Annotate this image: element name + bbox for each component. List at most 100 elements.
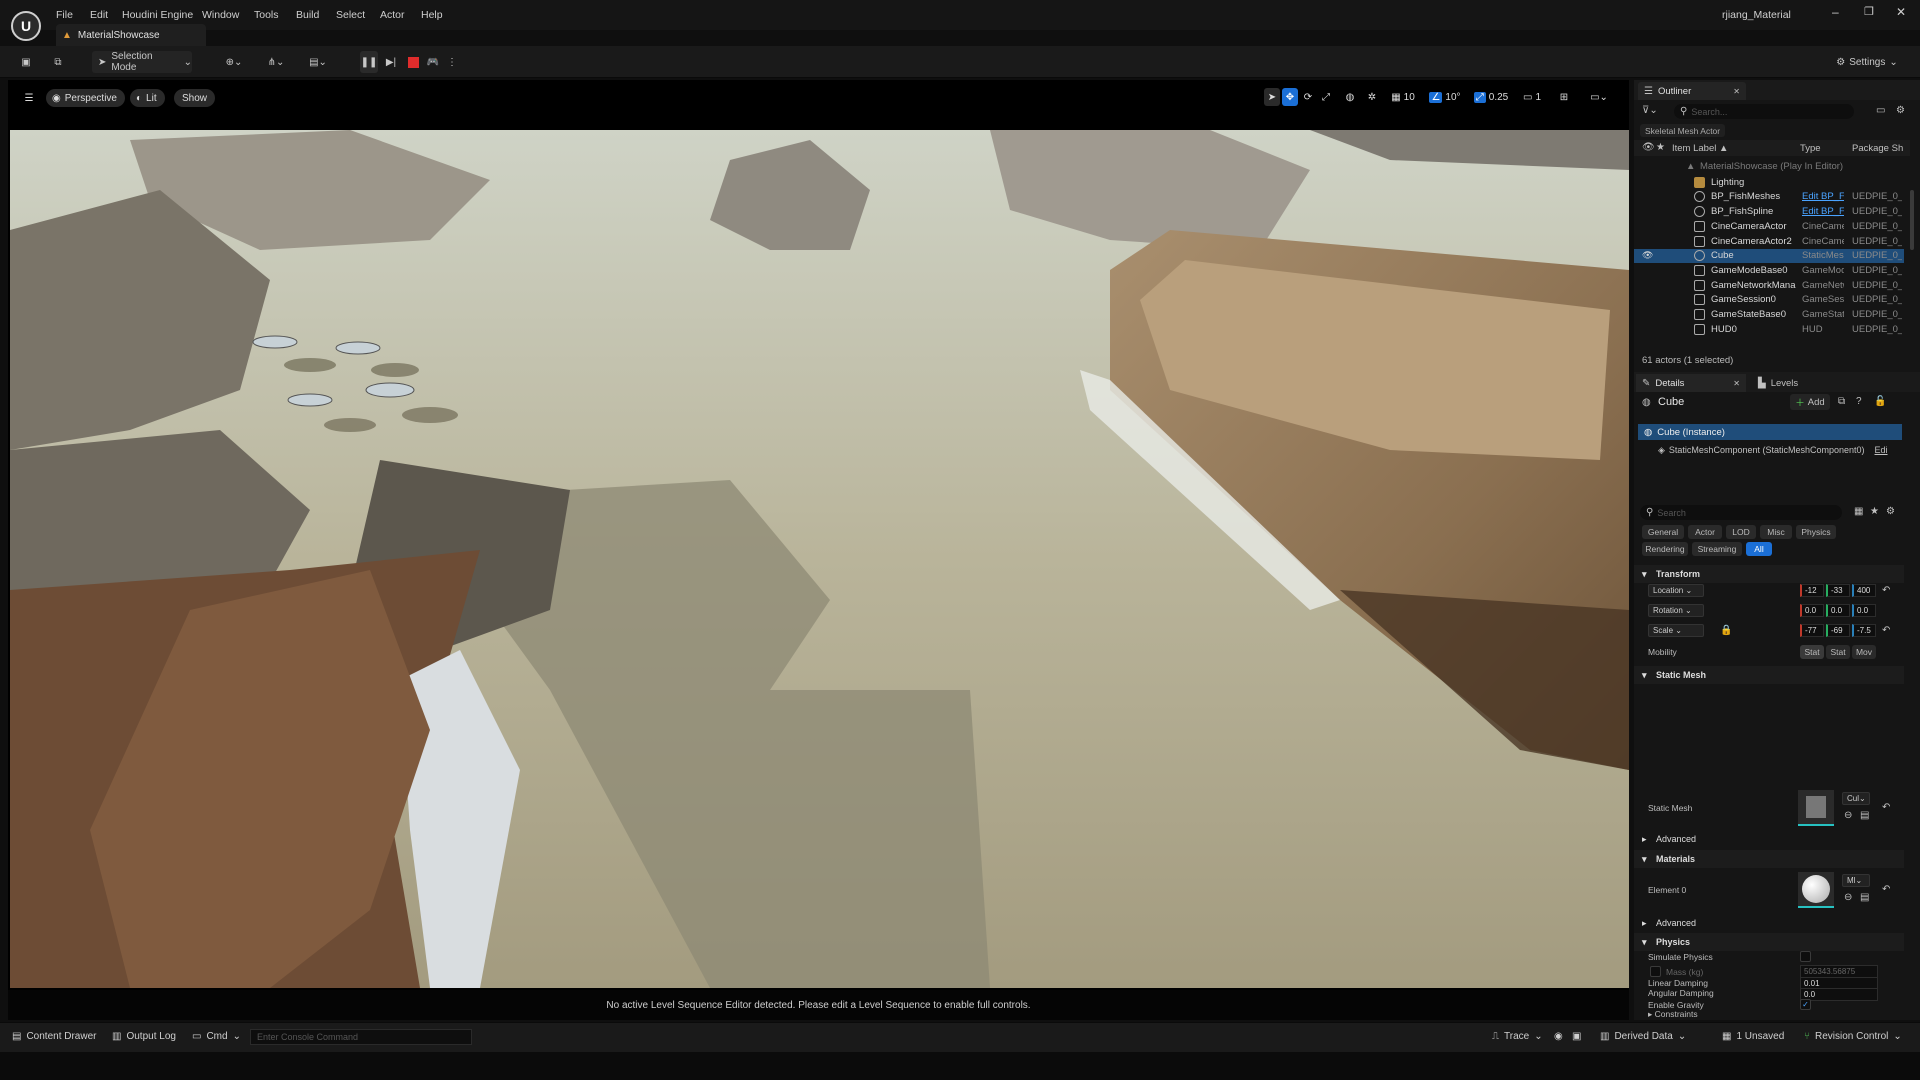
scale-snap-button[interactable]: ⤢ 0.25 [1470,88,1512,106]
content-drawer-button[interactable]: ▤ Content Drawer [12,1031,96,1042]
col-package[interactable]: Package Sh [1852,143,1903,154]
menu-file[interactable]: File [56,9,73,21]
location-dropdown[interactable]: Location ⌄ [1648,584,1704,597]
minimize-icon[interactable]: – [1832,5,1839,19]
menu-build[interactable]: Build [296,9,319,21]
outliner-row[interactable]: CineCameraActor CineCamer UEDPIE_0_ [1634,219,1904,234]
add-folder-icon[interactable]: ▭ [1876,105,1885,116]
cinematics-icon[interactable]: ▤⌄ [304,51,332,73]
col-type[interactable]: Type [1800,143,1821,154]
outliner-row[interactable]: GameModeBase0 GameMod UEDPIE_0_ [1634,263,1904,278]
outliner-search-input[interactable]: ⚲ Search... [1674,104,1854,119]
output-log-button[interactable]: ▥ Output Log [112,1031,176,1042]
blueprint-icon[interactable]: ⧉ [1838,396,1845,407]
blueprint-icon[interactable]: ⋔⌄ [262,51,290,73]
outliner-row[interactable]: GameNetworkMana GameNetw UEDPIE_0_ [1634,278,1904,293]
snapshot-icon[interactable]: ▣ [1572,1031,1581,1042]
console-input[interactable]: Enter Console Command [250,1029,472,1045]
scale-y-field[interactable]: -69 [1826,624,1850,637]
scale-x-field[interactable]: -77 [1800,624,1824,637]
menu-actor[interactable]: Actor [380,9,405,21]
help-icon[interactable]: ? [1856,396,1862,407]
col-item-label[interactable]: Item Label ▲ [1672,143,1728,154]
stop-icon[interactable] [404,51,422,73]
maximize-viewport-icon[interactable]: ⊞ [1556,88,1572,106]
location-y-field[interactable]: -33 [1826,584,1850,597]
table-view-icon[interactable]: ▦ [1854,506,1863,517]
section-physics[interactable]: ▾ Physics [1634,933,1904,951]
content-browser-icon[interactable]: ⧉ [48,51,68,73]
menu-houdini-engine[interactable]: Houdini Engine [122,9,193,21]
filter-tab-rendering[interactable]: Rendering [1642,542,1688,556]
add-component-button[interactable]: ＋ Add [1790,394,1830,410]
menu-help[interactable]: Help [421,9,443,21]
section-advanced-static[interactable]: ▸ Advanced [1634,830,1904,848]
mass-override-checkbox[interactable] [1650,966,1661,977]
section-materials[interactable]: ▾ Materials [1634,850,1904,868]
material-thumbnail[interactable] [1798,872,1834,908]
details-settings-icon[interactable]: ⚙ [1886,506,1895,517]
menu-edit[interactable]: Edit [90,9,108,21]
rotation-x-field[interactable]: 0.0 [1800,604,1824,617]
reset-arrow-icon[interactable]: ↶ [1882,884,1890,895]
derived-data-dropdown[interactable]: ▥ Derived Data ⌄ [1600,1031,1686,1042]
outliner-row[interactable]: BP_FishMeshes Edit BP_Fi UEDPIE_0_ [1634,190,1904,205]
document-tab[interactable]: ▲ MaterialShowcase [56,24,206,46]
component-instance-row[interactable]: ◍ Cube (Instance) [1638,424,1902,440]
browse-arrow-icon[interactable]: ⊖ [1844,892,1852,903]
browse-folder-icon[interactable]: ▤ [1860,892,1869,903]
rotation-dropdown[interactable]: Rotation ⌄ [1648,604,1704,617]
menu-select[interactable]: Select [336,9,365,21]
filter-tab-actor[interactable]: Actor [1688,525,1722,539]
save-icon[interactable]: ▣ [16,51,36,73]
angular-damping-field[interactable]: 0.0 [1800,988,1878,1001]
lock-icon[interactable]: 🔓 [1874,396,1886,407]
outliner-row[interactable]: Lighting [1634,175,1904,190]
scale-z-field[interactable]: -7.5 [1852,624,1876,637]
translate-tool-icon[interactable]: ✥ [1282,88,1298,106]
menu-window[interactable]: Window [202,9,239,21]
filter-tab-lod[interactable]: LOD [1726,525,1756,539]
material-dropdown[interactable]: Ml ⌄ [1842,874,1870,887]
close-icon[interactable]: ✕ [1733,87,1740,96]
filter-chip[interactable]: Skeletal Mesh Actor [1640,124,1726,137]
cmd-dropdown[interactable]: ▭ Cmd ⌄ [192,1031,241,1042]
rotation-y-field[interactable]: 0.0 [1826,604,1850,617]
pause-icon[interactable]: ❚❚ [360,51,378,73]
filter-tab-misc[interactable]: Misc [1760,525,1792,539]
tab-outliner[interactable]: ☰ Outliner ✕ [1638,82,1746,100]
outliner-settings-icon[interactable]: ⚙ [1896,105,1905,116]
maximize-icon[interactable]: ❐ [1864,5,1874,18]
mobility-movable[interactable]: Mov [1852,645,1876,659]
outliner-row[interactable]: GameSession0 GameSess UEDPIE_0_ [1634,293,1904,308]
constraints-label[interactable]: ▸ Constraints [1648,1009,1698,1020]
section-advanced-materials[interactable]: ▸ Advanced [1634,914,1904,932]
static-mesh-dropdown[interactable]: Cul ⌄ [1842,792,1870,805]
filter-tab-streaming[interactable]: Streaming [1692,542,1742,556]
tab-details[interactable]: ✎ Details ✕ [1636,374,1746,392]
location-x-field[interactable]: -12 [1800,584,1824,597]
filter-tab-physics[interactable]: Physics [1796,525,1836,539]
visibility-eye-icon[interactable]: 👁 [1642,250,1653,261]
outliner-row[interactable]: GameStateBase0 GameStat UEDPIE_0_ [1634,307,1904,322]
show-button[interactable]: Show [174,89,216,107]
reset-arrow-icon[interactable]: ↶ [1882,802,1890,813]
details-search-input[interactable]: ⚲ Search [1640,505,1842,520]
favorite-star-icon[interactable]: ★ [1870,506,1879,517]
rotate-tool-icon[interactable]: ⟳ [1300,88,1316,106]
filter-tab-general[interactable]: General [1642,525,1684,539]
static-mesh-thumbnail[interactable] [1798,790,1834,826]
browse-arrow-icon[interactable]: ⊖ [1844,810,1852,821]
step-icon[interactable]: ▶| [382,51,400,73]
hamburger-menu-icon[interactable]: ☰ [20,89,38,107]
unreal-logo-icon[interactable]: U [11,11,41,41]
eject-gamepad-icon[interactable]: 🎮 [424,51,442,73]
lit-button[interactable]: ◐ Lit [130,89,165,107]
selection-mode-dropdown[interactable]: ➤ Selection Mode ⌄ [92,51,192,73]
add-actor-icon[interactable]: ⊕⌄ [220,51,248,73]
outliner-scrollbar[interactable] [1910,190,1914,250]
outliner-row[interactable]: BP_FishSpline Edit BP_Fi UEDPIE_0_ [1634,204,1904,219]
component-row[interactable]: ◈ StaticMeshComponent (StaticMeshCompone… [1658,442,1908,458]
scale-dropdown[interactable]: Scale ⌄ [1648,624,1704,637]
grid-snap-button[interactable]: ▦ 10 [1386,88,1420,106]
